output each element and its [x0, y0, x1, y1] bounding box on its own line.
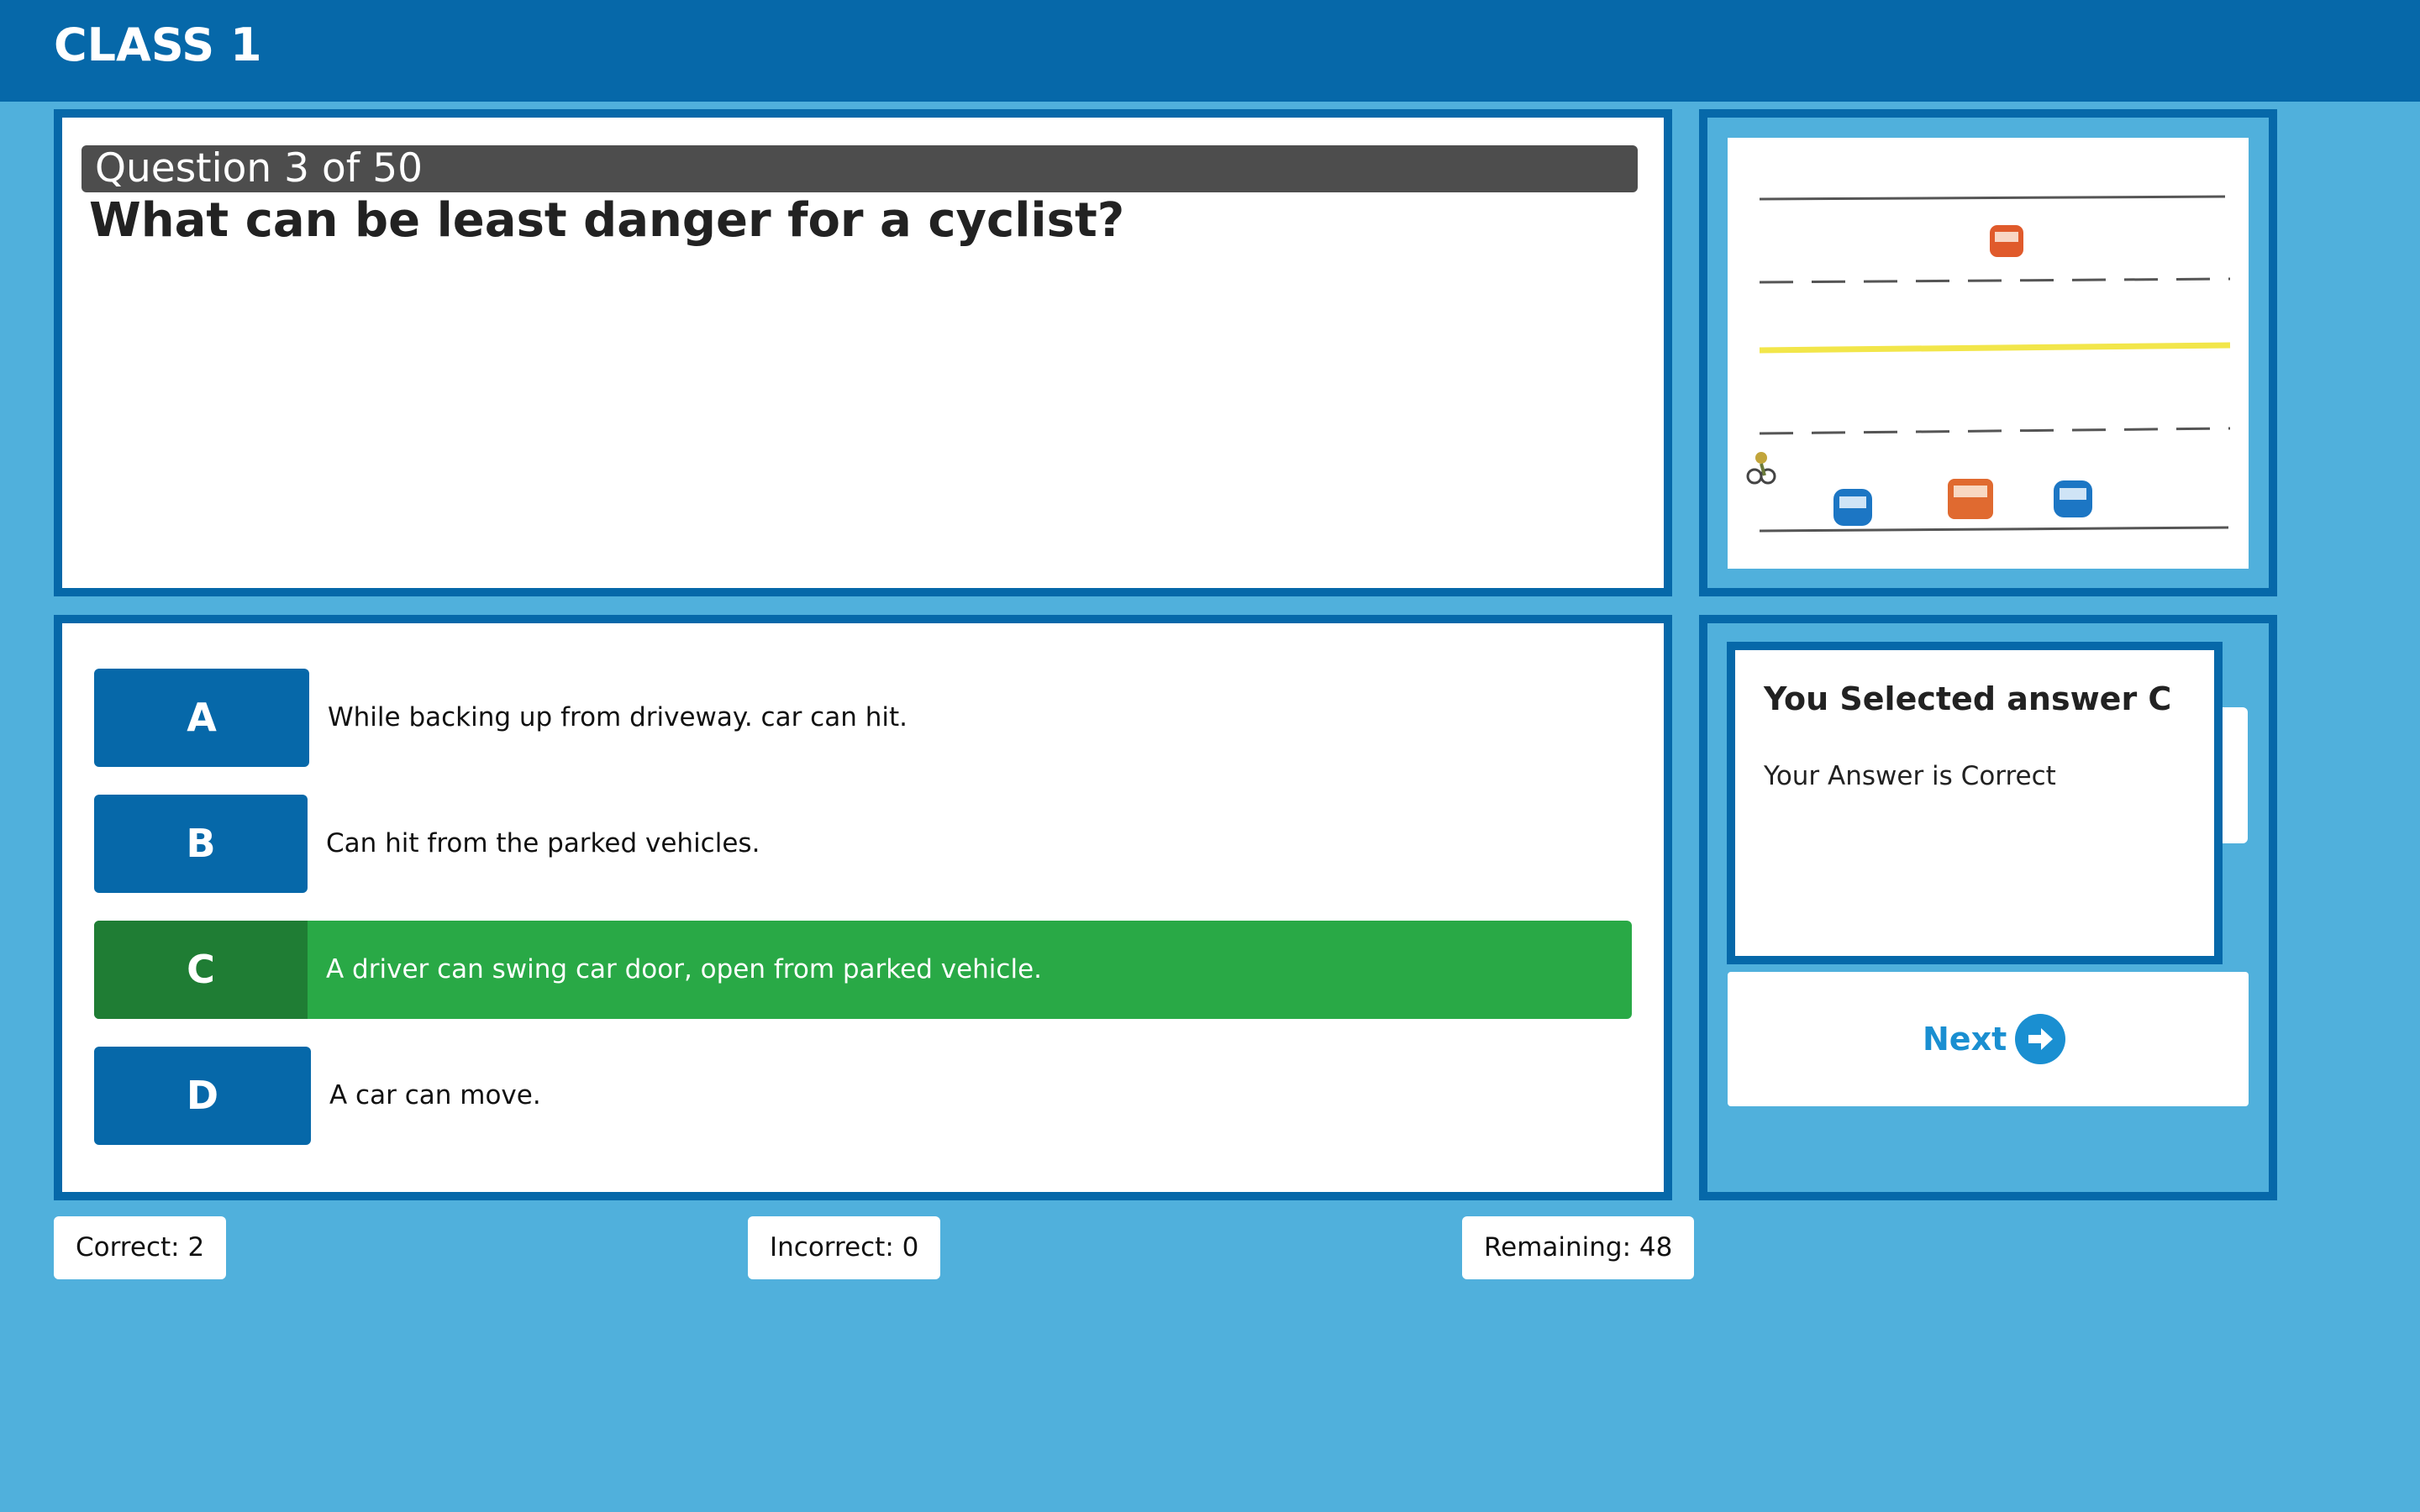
answer-letter-button[interactable]: A: [94, 669, 309, 767]
blue-car-2: [2054, 480, 2092, 517]
arrow-right-circle-icon[interactable]: [2015, 1014, 2066, 1064]
answer-letter-button[interactable]: B: [94, 795, 308, 893]
answer-option-c[interactable]: C A driver can swing car door, open from…: [94, 921, 1632, 1019]
incorrect-count: Incorrect: 0: [748, 1216, 941, 1279]
result-message: Your Answer is Correct: [1764, 761, 2056, 791]
correct-count: Correct: 2: [54, 1216, 227, 1279]
remaining-count: Remaining: 48: [1462, 1216, 1695, 1279]
answer-letter-button[interactable]: C: [94, 921, 308, 1019]
road-scene-image: [1728, 138, 2249, 569]
question-progress: Question 3 of 50: [82, 145, 1638, 192]
answer-option-b[interactable]: B Can hit from the parked vehicles.: [94, 795, 1632, 893]
next-button[interactable]: Next: [1728, 972, 2249, 1106]
result-title: You Selected answer C: [1764, 680, 2172, 717]
arrow-right-icon: [2028, 1028, 2054, 1050]
answer-text[interactable]: A car can move.: [329, 1047, 541, 1145]
next-label[interactable]: Next: [1923, 1021, 2007, 1058]
top-bar: CLASS 1: [0, 0, 2420, 102]
result-card-edge: [2223, 707, 2248, 843]
next-button-content[interactable]: Next: [1923, 1012, 2066, 1066]
orange-van: [1948, 479, 1993, 519]
blue-car-1: [1833, 489, 1872, 526]
answer-text[interactable]: Can hit from the parked vehicles.: [326, 795, 760, 893]
answer-option-d[interactable]: D A car can move.: [94, 1047, 1632, 1145]
result-card: You Selected answer C Your Answer is Cor…: [1727, 642, 2223, 964]
cyclist-icon: [1746, 452, 1776, 485]
answer-letter-button[interactable]: D: [94, 1047, 311, 1145]
question-text: What can be least danger for a cyclist?: [89, 193, 1125, 248]
orange-bus-top: [1990, 225, 2023, 257]
road-illustration: [1746, 195, 2231, 533]
answer-option-a[interactable]: A While backing up from driveway. car ca…: [94, 669, 1632, 767]
answer-text[interactable]: While backing up from driveway. car can …: [328, 669, 908, 767]
app-title: CLASS 1: [54, 18, 262, 71]
answer-text[interactable]: A driver can swing car door, open from p…: [326, 921, 1042, 1019]
